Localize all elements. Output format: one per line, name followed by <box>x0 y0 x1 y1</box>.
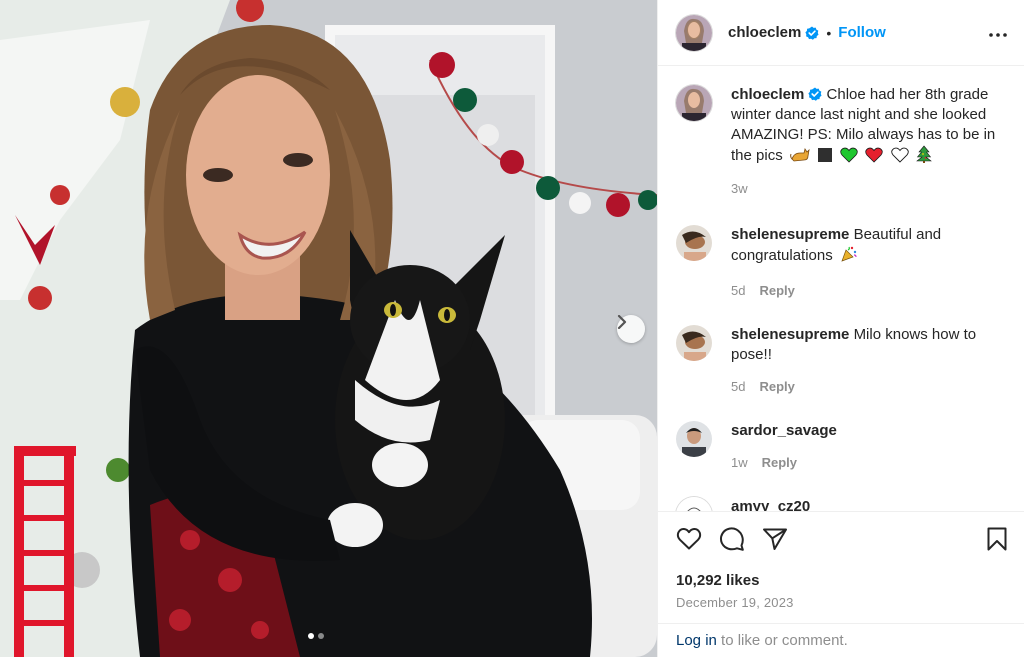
share-button[interactable] <box>762 527 788 556</box>
heart-icon <box>676 527 702 555</box>
action-icons-row <box>676 526 1008 556</box>
comment-time: 5d <box>731 379 746 394</box>
post-side-panel: chloeclem • Follow chloeclem Chloe had h… <box>657 0 1024 657</box>
comment-item: shelenesupreme Beautiful and congratulat… <box>676 225 1008 301</box>
post-header: chloeclem • Follow <box>658 0 1024 66</box>
post-photo <box>0 0 657 657</box>
reply-button[interactable]: Reply <box>759 281 794 301</box>
reply-button[interactable]: Reply <box>759 377 794 397</box>
verified-badge-icon <box>808 87 822 101</box>
carousel-indicator <box>308 633 324 639</box>
header-separator: • <box>826 24 832 41</box>
carousel-dot-active <box>308 633 314 639</box>
commenter-avatar[interactable] <box>676 421 712 457</box>
login-prompt: Log in to like or comment. <box>658 623 1024 657</box>
follow-button[interactable]: Follow <box>838 24 886 41</box>
author-username[interactable]: chloeclem <box>728 24 801 41</box>
comment-meta: 5d Reply <box>731 281 1008 301</box>
paper-plane-icon <box>762 528 788 555</box>
comment-username[interactable]: shelenesupreme <box>731 326 849 343</box>
green-heart-emoji-icon <box>840 147 858 169</box>
comment-item: amyy_cz20 <box>676 497 1008 511</box>
comment-time: 1w <box>731 455 748 470</box>
like-button[interactable] <box>676 527 702 556</box>
next-photo-button[interactable] <box>617 315 645 343</box>
caption-time: 3w <box>731 181 748 196</box>
commenter-avatar[interactable] <box>676 225 712 261</box>
christmas-tree-emoji-icon <box>915 145 932 169</box>
caption: chloeclem Chloe had her 8th grade winter… <box>676 85 1008 199</box>
comment-time: 5d <box>731 283 746 298</box>
author-avatar[interactable] <box>676 14 712 51</box>
comment-item: sardor_savage 1w Reply <box>676 421 1008 473</box>
white-heart-emoji-icon <box>890 147 909 169</box>
more-options-button[interactable] <box>986 21 1010 45</box>
likes-count[interactable]: 10,292 likes <box>676 572 1008 589</box>
commenter-avatar[interactable] <box>676 497 712 511</box>
commenter-avatar[interactable] <box>676 325 712 361</box>
more-options-icon <box>989 24 1007 42</box>
post-date: December 19, 2023 <box>676 595 794 610</box>
comment-item: shelenesupreme Milo knows how to pose!! … <box>676 325 1008 397</box>
caption-meta: 3w <box>731 179 1008 199</box>
reply-button[interactable]: Reply <box>762 453 797 473</box>
comment-username[interactable]: sardor_savage <box>731 422 837 439</box>
photo-illustration <box>0 0 657 657</box>
cat-emoji-icon <box>790 147 810 169</box>
comment-username[interactable]: shelenesupreme <box>731 226 849 243</box>
black-square-emoji-icon <box>817 147 833 169</box>
bookmark-icon <box>986 527 1008 555</box>
verified-badge-icon <box>805 26 819 40</box>
comments-list[interactable]: chloeclem Chloe had her 8th grade winter… <box>658 67 1024 511</box>
party-popper-emoji-icon <box>840 245 858 269</box>
comment-button[interactable] <box>719 526 745 557</box>
caption-avatar[interactable] <box>676 85 712 121</box>
caption-username[interactable]: chloeclem <box>731 86 804 103</box>
comment-bubble-icon <box>719 526 745 556</box>
comment-meta: 1w Reply <box>731 453 1008 473</box>
post-actions: 10,292 likes December 19, 2023 <box>658 511 1024 610</box>
login-link[interactable]: Log in <box>676 632 717 649</box>
save-button[interactable] <box>986 527 1008 556</box>
comment-meta: 5d Reply <box>731 377 1008 397</box>
comment-username[interactable]: amyy_cz20 <box>731 498 810 511</box>
login-prompt-text: to like or comment. <box>716 632 848 649</box>
red-heart-emoji-icon <box>865 147 884 169</box>
carousel-dot <box>318 633 324 639</box>
